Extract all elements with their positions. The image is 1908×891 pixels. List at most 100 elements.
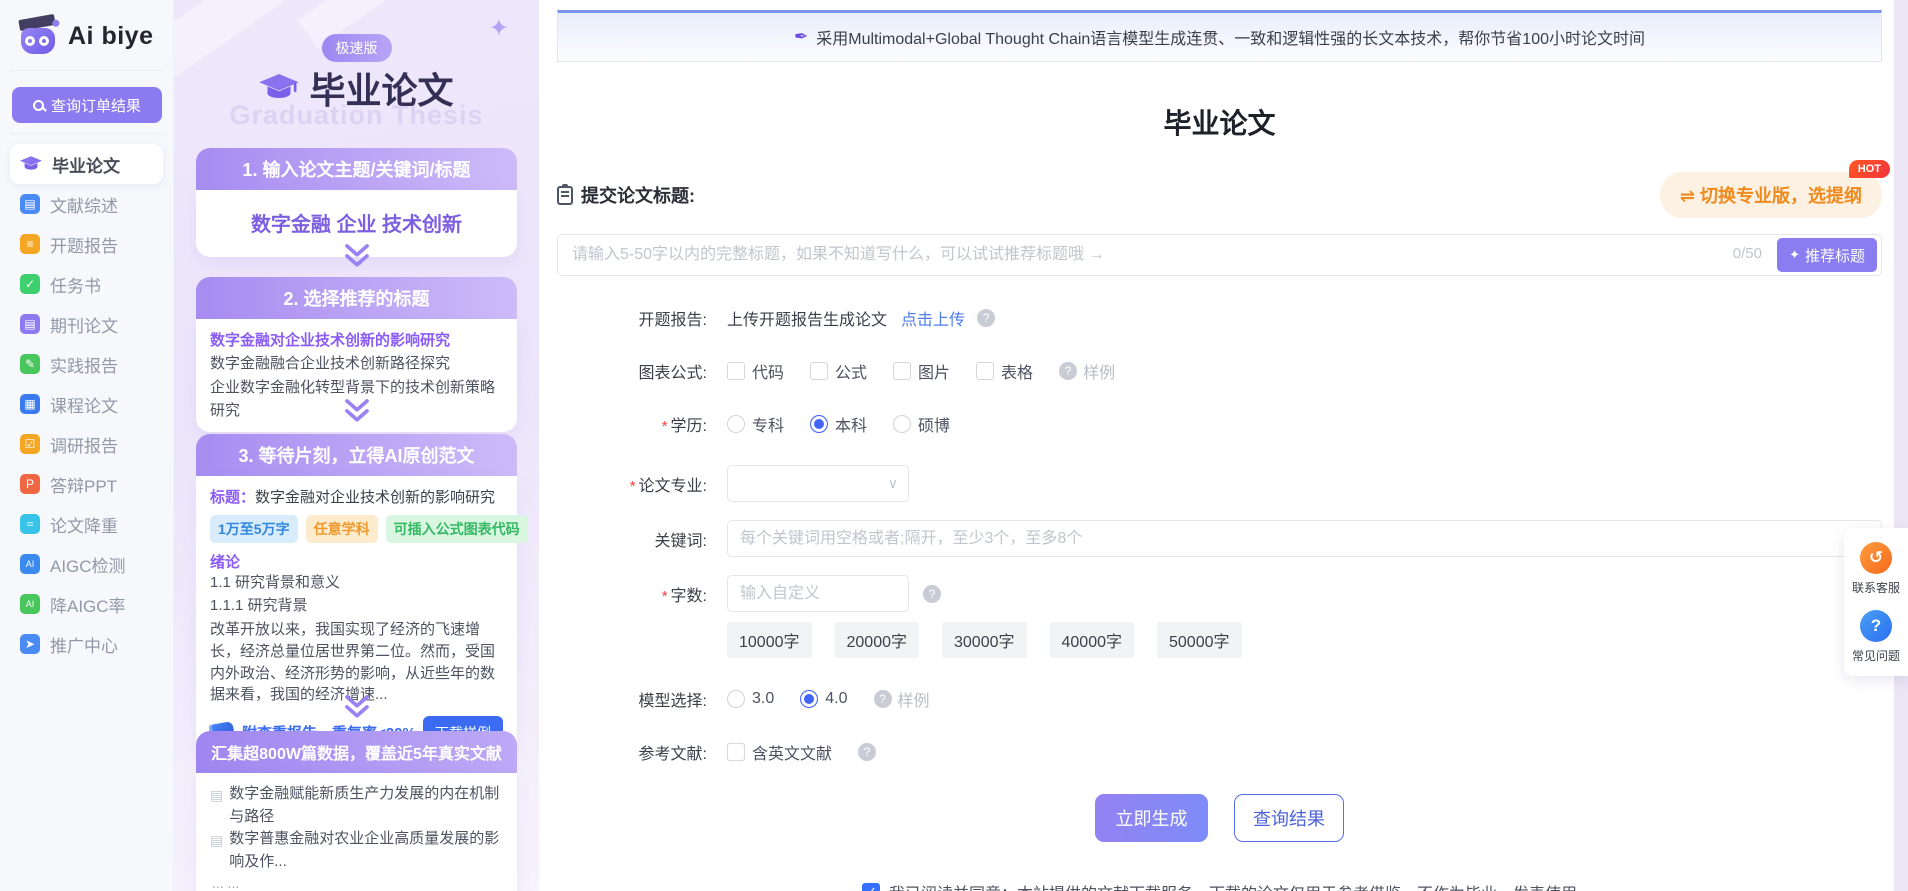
chip-10000[interactable]: 10000字 (727, 622, 812, 658)
required-asterisk: * (661, 418, 668, 435)
model-row: 模型选择: 3.0 4.0 ? 样例 (557, 687, 1882, 711)
sidebar-item-task-book[interactable]: ✓ 任务书 (10, 264, 163, 304)
checklist-icon: ☑ (20, 434, 40, 454)
sidebar-nav: 毕业论文 ▤ 文献综述 ≡ 开题报告 ✓ 任务书 ▤ 期刊论文 ✎ 实践报告 ▦… (10, 133, 163, 664)
checkbox-english-refs[interactable]: 含英文文献 (727, 740, 832, 764)
radio-model-3[interactable]: 3.0 (727, 690, 774, 708)
sidebar-item-practice-report[interactable]: ✎ 实践报告 (10, 344, 163, 384)
sidebar-item-aigc-detect[interactable]: AI AIGC检测 (10, 544, 163, 584)
floating-support-widget: ↺ 联系客服 ? 常见问题 (1844, 528, 1908, 676)
chip-20000[interactable]: 20000字 (834, 622, 919, 658)
agreement-row: 我已阅读并同意：本站提供的文献下载服务，下载的论文仅用于参考借鉴，不作为毕业、发… (557, 880, 1882, 891)
wordcount-input[interactable] (727, 575, 909, 612)
literature-more: ... ... (212, 875, 240, 891)
checkbox-icon (893, 362, 912, 380)
logo[interactable]: Ai biye (10, 12, 163, 71)
checkbox-code[interactable]: 代码 (727, 359, 784, 383)
sidebar: Ai biye 查询订单结果 毕业论文 ▤ 文献综述 ≡ 开题报告 ✓ 任务书 (0, 0, 174, 891)
help-icon[interactable]: ? (923, 584, 941, 603)
sidebar-item-defense-ppt[interactable]: P 答辩PPT (10, 464, 163, 504)
document-icon: ≡ (20, 234, 40, 254)
submit-title-label: 提交论文标题: (557, 182, 695, 208)
sample-title-row: 标题：数字金融对企业技术创新的影响研究 (210, 489, 496, 506)
wordcount-chips-row: 10000字 20000字 30000字 40000字 50000字 (557, 622, 1882, 658)
faq-button[interactable]: ? 常见问题 (1852, 610, 1900, 664)
quill-icon: ✒ (793, 27, 809, 46)
chevron-down-icon: ∨ (887, 475, 898, 491)
question-icon: ? (1859, 610, 1892, 642)
paper-plane-icon: ➤ (20, 634, 40, 654)
contact-support-button[interactable]: ↺ 联系客服 (1852, 542, 1900, 596)
title-input[interactable] (557, 234, 1882, 276)
recommended-title[interactable]: 数字金融融合企业技术创新路径探究 (210, 352, 503, 375)
chip-30000[interactable]: 30000字 (942, 622, 1027, 658)
checkbox-image[interactable]: 图片 (893, 359, 950, 383)
help-icon[interactable]: ? (873, 690, 892, 708)
sidebar-item-reduce-aigc[interactable]: AI 降AIGC率 (10, 584, 163, 624)
doc-icon: ▤ (210, 832, 224, 848)
sidebar-item-literature-review[interactable]: ▤ 文献综述 (10, 184, 163, 224)
sample-link[interactable]: 样例 (1083, 359, 1115, 383)
main-content: ✒ 采用Multimodal+Global Thought Chain语言模型生… (539, 0, 1894, 891)
literature-item: ▤ 数字普惠金融对农业企业高质量发展的影响及作... (210, 830, 500, 870)
help-icon[interactable]: ? (1059, 362, 1078, 380)
switch-pro-button[interactable]: ⇌ 切换专业版，选提纲 HOT (1659, 160, 1890, 218)
sidebar-item-thesis[interactable]: 毕业论文 (10, 144, 163, 184)
checkbox-formula[interactable]: 公式 (810, 359, 867, 383)
graduation-cap-icon (259, 74, 300, 99)
ai-detect-icon: AI (20, 554, 40, 574)
clipboard-check-icon: ✓ (20, 274, 40, 294)
step3-header: 3. 等待片刻，立得AI原创范文 (196, 434, 517, 476)
generate-button[interactable]: 立即生成 (1095, 794, 1208, 842)
agreement-checkbox[interactable] (861, 883, 880, 891)
page-title: 毕业论文 (1163, 108, 1276, 139)
speed-version-badge: 极速版 (321, 34, 392, 62)
sample-link[interactable]: 样例 (898, 687, 930, 711)
literature-panel: 汇集超800W篇数据，覆盖近5年真实文献 ▤ 数字金融赋能新质生产力发展的内在机… (196, 731, 517, 891)
radio-selected-icon (810, 415, 829, 433)
sidebar-item-promotion-center[interactable]: ➤ 推广中心 (10, 624, 163, 664)
checkbox-icon (976, 362, 995, 380)
radio-icon (727, 690, 745, 708)
step2-header: 2. 选择推荐的标题 (196, 277, 517, 319)
radio-associate[interactable]: 专科 (727, 412, 784, 436)
sidebar-item-journal-paper[interactable]: ▤ 期刊论文 (10, 304, 163, 344)
sidebar-item-proposal-report[interactable]: ≡ 开题报告 (10, 224, 163, 264)
ppt-file-icon: P (20, 474, 40, 494)
literature-item: ▤ 数字金融赋能新质生产力发展的内在机制与路径 (210, 785, 500, 825)
sidebar-item-survey-report[interactable]: ☑ 调研报告 (10, 424, 163, 464)
sidebar-item-course-paper[interactable]: ▦ 课程论文 (10, 384, 163, 424)
chevron-down-icon (344, 244, 369, 267)
recommend-title-button[interactable]: ✦ 推荐标题 (1777, 238, 1877, 272)
sparkle-icon: ✦ (1789, 247, 1800, 262)
hot-badge: HOT (1848, 160, 1890, 178)
radio-master[interactable]: 硕博 (893, 412, 950, 436)
query-result-button[interactable]: 查询结果 (1234, 794, 1344, 842)
chip-40000[interactable]: 40000字 (1049, 622, 1134, 658)
recommended-title[interactable]: 数字金融对企业技术创新的影响研究 (210, 329, 503, 352)
major-select[interactable]: ∨ (727, 465, 909, 502)
outline-heading: 绪论 (210, 554, 241, 571)
query-order-button[interactable]: 查询订单结果 (12, 87, 162, 123)
checkbox-table[interactable]: 表格 (976, 359, 1033, 383)
outline-line: 1.1.1 研究背景 (210, 596, 308, 614)
chevron-down-icon (344, 695, 369, 718)
radio-icon (893, 415, 912, 433)
tag-wordcount: 1万至5万字 (210, 515, 298, 543)
radio-model-4[interactable]: 4.0 (800, 690, 848, 708)
upload-link[interactable]: 点击上传 (901, 306, 965, 330)
promo-title: 毕业论文 (174, 62, 539, 114)
help-icon[interactable]: ? (858, 743, 877, 761)
promo-panel: ✦ ✦ 极速版 毕业论文 Graduation Thesis 1. 输入论文主题… (174, 0, 539, 891)
page: Ai biye 查询订单结果 毕业论文 ▤ 文献综述 ≡ 开题报告 ✓ 任务书 (0, 0, 1908, 891)
radio-bachelor[interactable]: 本科 (810, 412, 867, 436)
help-icon[interactable]: ? (977, 309, 996, 327)
chip-50000[interactable]: 50000字 (1157, 622, 1242, 658)
keywords-input[interactable] (727, 520, 1882, 557)
references-row: 参考文献: 含英文文献 ? (557, 740, 1882, 764)
pencil-doc-icon: ✎ (20, 354, 40, 374)
submit-row: 提交论文标题: ⇌ 切换专业版，选提纲 HOT (557, 160, 1890, 218)
keywords-row: 关键词: (557, 520, 1882, 557)
sidebar-item-dedup[interactable]: ≈ 论文降重 (10, 504, 163, 544)
book-icon: ▤ (20, 194, 40, 214)
